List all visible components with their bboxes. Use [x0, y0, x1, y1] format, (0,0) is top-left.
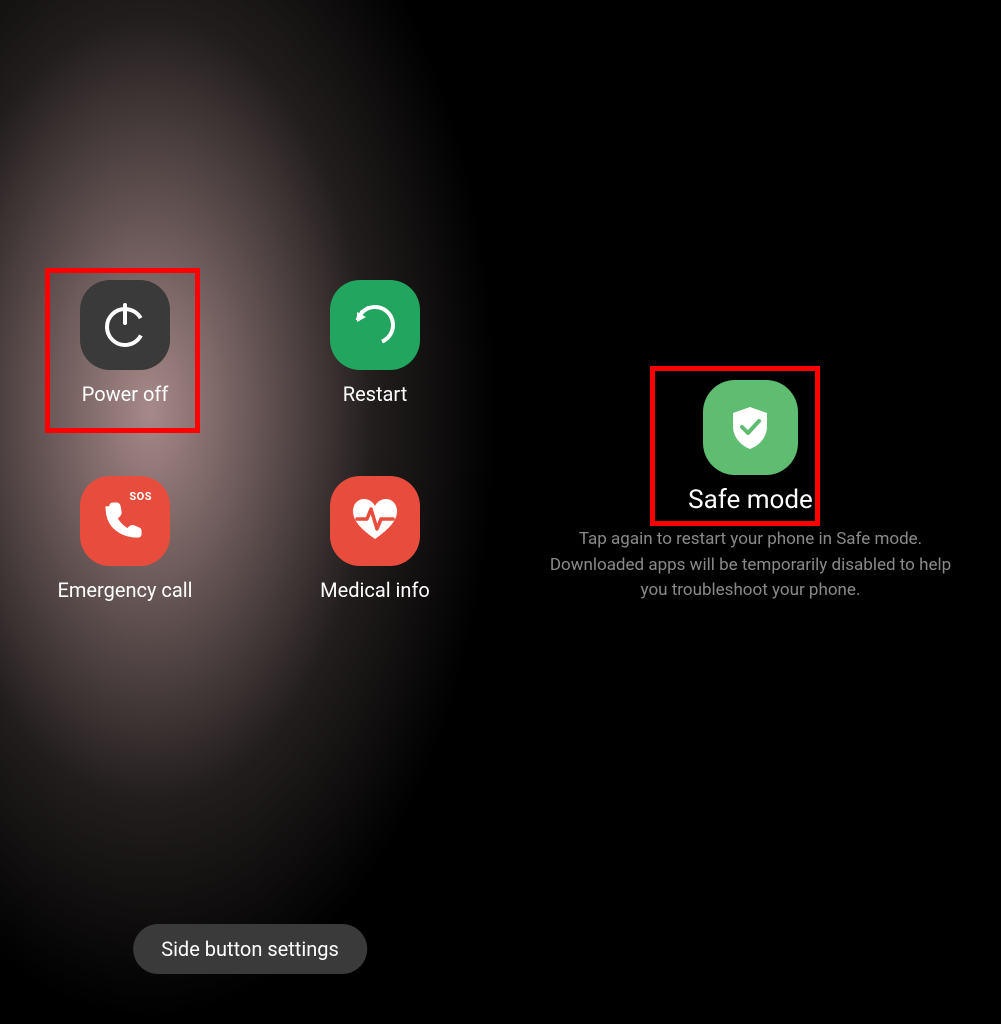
safe-mode-container: Safe mode Tap again to restart your phon…: [500, 380, 1001, 604]
safe-mode-icon: [703, 380, 798, 475]
medical-info-icon: [330, 476, 420, 566]
power-off-item[interactable]: Power off: [80, 280, 170, 406]
safe-mode-screen: Safe mode Tap again to restart your phon…: [500, 0, 1001, 1024]
power-off-label: Power off: [82, 382, 169, 406]
emergency-call-item[interactable]: SOS Emergency call: [58, 476, 193, 602]
medical-info-item[interactable]: Medical info: [320, 476, 430, 602]
safe-mode-item[interactable]: Safe mode: [688, 380, 813, 515]
power-menu-screen: Power off Restart SOS Emergen: [0, 0, 500, 1024]
safe-mode-description: Tap again to restart your phone in Safe …: [536, 527, 966, 604]
emergency-call-icon: SOS: [80, 476, 170, 566]
power-menu-grid: Power off Restart SOS Emergen: [0, 280, 500, 602]
restart-item[interactable]: Restart: [330, 280, 420, 406]
side-button-settings-button[interactable]: Side button settings: [133, 924, 367, 974]
emergency-call-label: Emergency call: [58, 578, 193, 602]
power-off-icon: [80, 280, 170, 370]
safe-mode-label: Safe mode: [688, 485, 813, 515]
restart-label: Restart: [343, 382, 407, 406]
restart-icon: [330, 280, 420, 370]
medical-info-label: Medical info: [320, 578, 430, 602]
sos-badge: SOS: [129, 490, 152, 503]
